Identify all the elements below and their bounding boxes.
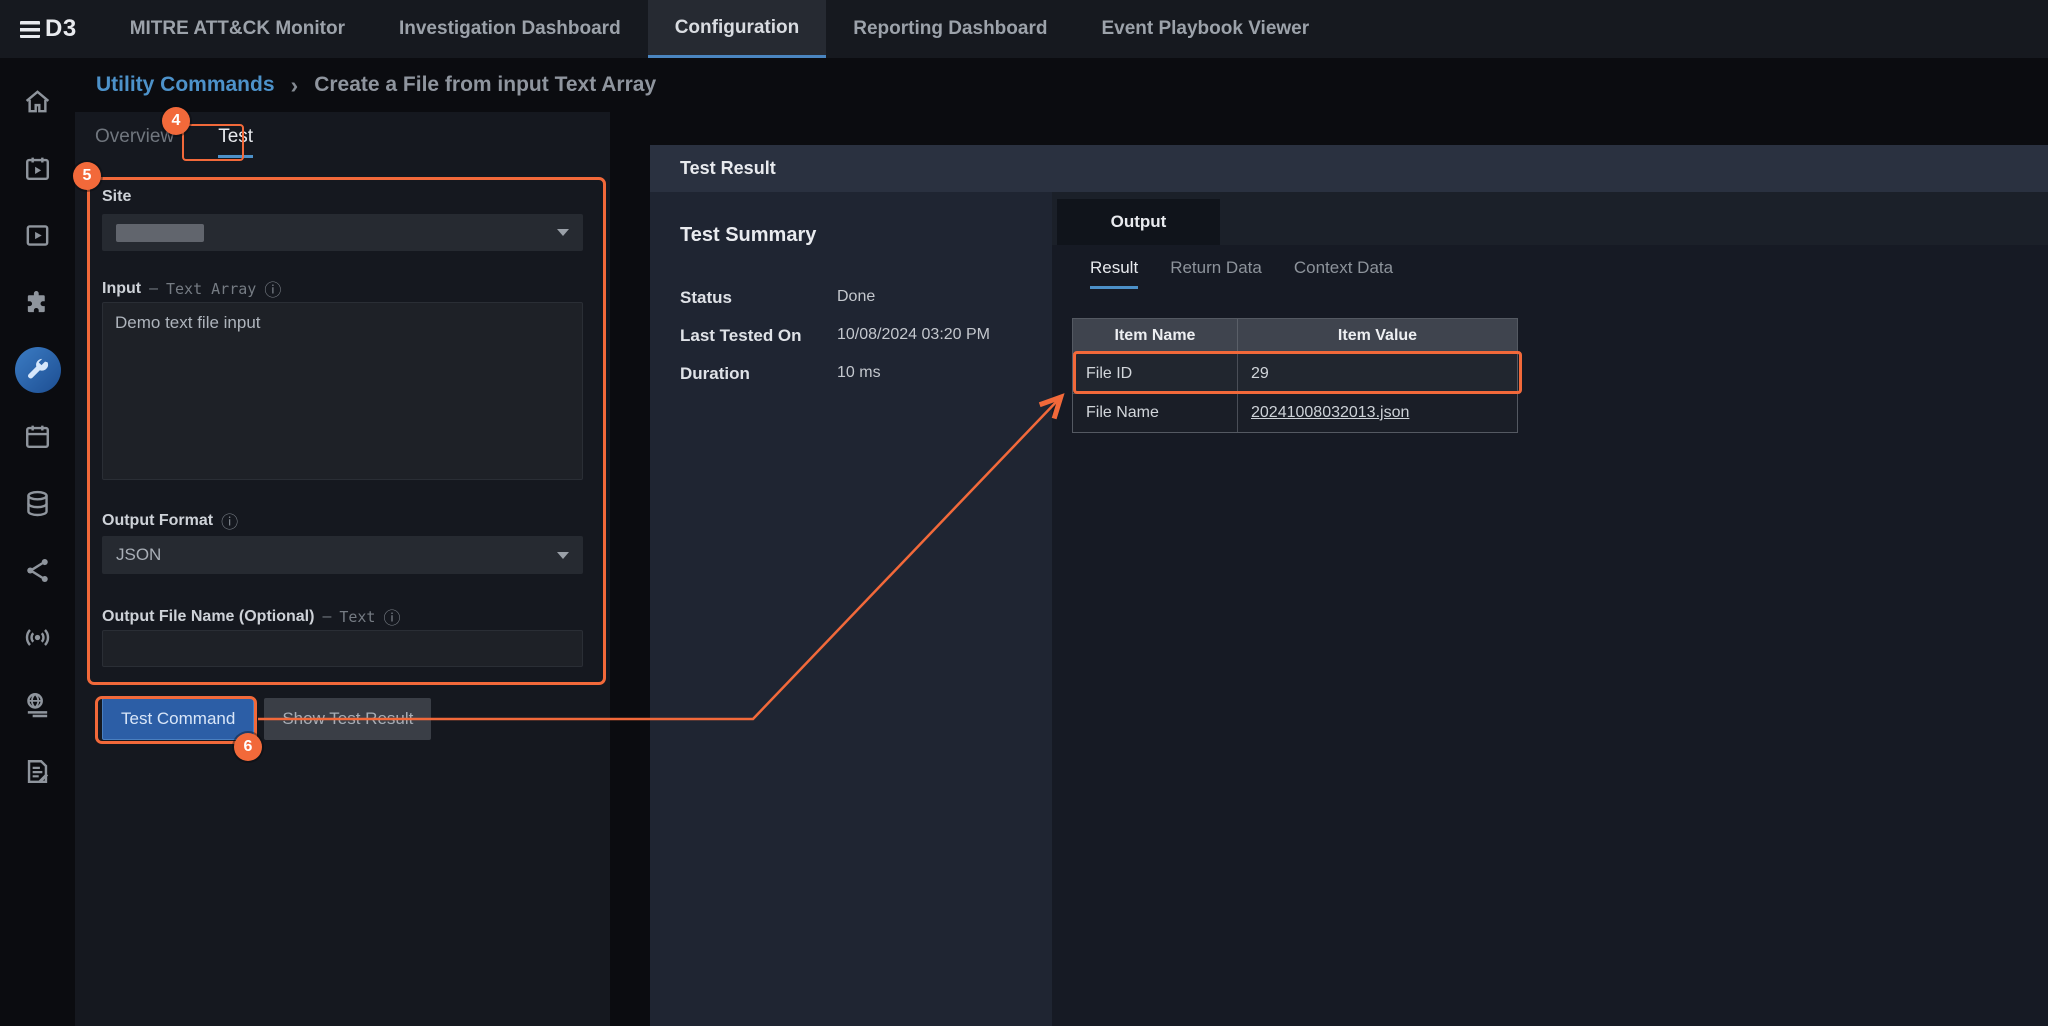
sidebar-item-calendar[interactable] bbox=[0, 403, 75, 470]
test-result-title: Test Result bbox=[680, 158, 776, 179]
table-header-row: Item Name Item Value bbox=[1073, 319, 1517, 354]
output-section: Output Result Return Data Context Data I… bbox=[1052, 192, 2048, 1026]
subtab-context-data[interactable]: Context Data bbox=[1294, 258, 1393, 289]
test-result-header: Test Result bbox=[650, 145, 2048, 192]
output-file-name-label: Output File Name (Optional) – Text ⓘ bbox=[102, 604, 400, 629]
tab-overview[interactable]: Overview bbox=[95, 126, 174, 158]
integrations-icon bbox=[23, 288, 52, 317]
sidebar-item-scheduled-playbook[interactable] bbox=[0, 135, 75, 202]
command-tabs: Overview Test bbox=[95, 126, 253, 158]
summary-row-duration: Duration 10 ms bbox=[680, 364, 1040, 384]
active-item-highlight bbox=[15, 347, 61, 393]
app-screen: D3 MITRE ATT&CK Monitor Investigation Da… bbox=[0, 0, 2048, 1026]
sidebar-item-database[interactable] bbox=[0, 470, 75, 537]
sidebar-item-broadcast[interactable] bbox=[0, 604, 75, 671]
test-summary-section: Test Summary Status Done Last Tested On … bbox=[650, 192, 1052, 1026]
sidebar-item-home[interactable] bbox=[0, 68, 75, 135]
summary-row-last-tested: Last Tested On 10/08/2024 03:20 PM bbox=[680, 326, 1040, 346]
status-label: Status bbox=[680, 288, 837, 308]
page-title: Create a File from input Text Array bbox=[314, 73, 656, 97]
site-dropdown[interactable] bbox=[102, 214, 583, 251]
duration-value: 10 ms bbox=[837, 364, 881, 384]
test-actions: Test Command Show Test Result bbox=[102, 698, 431, 740]
table-row-file-id: File ID 29 bbox=[1073, 354, 1517, 394]
video-file-icon bbox=[23, 221, 52, 250]
sidebar-item-document-audit[interactable] bbox=[0, 738, 75, 805]
document-audit-icon bbox=[23, 757, 52, 786]
d3-logo-text: D3 bbox=[45, 15, 77, 43]
sidebar-item-utility-commands[interactable] bbox=[0, 336, 75, 403]
chevron-down-icon bbox=[557, 229, 569, 236]
sidebar bbox=[0, 58, 75, 1026]
command-test-panel: Overview Test Site Input – Text Array ⓘ … bbox=[75, 112, 610, 1026]
test-command-button[interactable]: Test Command bbox=[102, 698, 254, 740]
tab-test[interactable]: Test bbox=[218, 126, 253, 158]
top-nav: D3 MITRE ATT&CK Monitor Investigation Da… bbox=[0, 0, 2048, 58]
share-icon bbox=[23, 556, 52, 585]
test-summary-title: Test Summary bbox=[680, 224, 816, 247]
info-icon[interactable]: ⓘ bbox=[264, 276, 281, 301]
calendar-icon bbox=[23, 422, 52, 451]
sidebar-item-integrations[interactable] bbox=[0, 269, 75, 336]
d3-logo[interactable]: D3 bbox=[0, 0, 103, 58]
broadcast-icon bbox=[23, 623, 52, 652]
sidebar-item-geo-report[interactable] bbox=[0, 671, 75, 738]
output-format-dropdown[interactable]: JSON bbox=[102, 536, 583, 574]
test-result-panel: Test Result Test Summary Status Done Las… bbox=[650, 145, 2048, 1026]
sidebar-item-connections[interactable] bbox=[0, 537, 75, 604]
site-value-redacted bbox=[116, 224, 204, 242]
subtab-result[interactable]: Result bbox=[1090, 258, 1138, 289]
output-subtabs: Result Return Data Context Data bbox=[1090, 258, 1393, 289]
table-row-file-name: File Name 20241008032013.json bbox=[1073, 394, 1517, 432]
file-id-value-cell: 29 bbox=[1238, 354, 1517, 394]
info-icon[interactable]: ⓘ bbox=[221, 508, 238, 533]
column-header-item-value: Item Value bbox=[1238, 319, 1517, 354]
info-icon[interactable]: ⓘ bbox=[383, 604, 400, 629]
input-label: Input – Text Array ⓘ bbox=[102, 276, 281, 301]
status-value: Done bbox=[837, 288, 875, 308]
database-icon bbox=[23, 489, 52, 518]
last-tested-label: Last Tested On bbox=[680, 326, 837, 346]
output-file-name-input[interactable] bbox=[102, 630, 583, 667]
sidebar-item-video-playbook[interactable] bbox=[0, 202, 75, 269]
tab-output[interactable]: Output bbox=[1057, 199, 1220, 245]
file-name-name-cell: File Name bbox=[1073, 394, 1238, 432]
nav-item-event-playbook-viewer[interactable]: Event Playbook Viewer bbox=[1074, 0, 1336, 58]
d3-logo-icon bbox=[20, 21, 40, 38]
nav-item-configuration[interactable]: Configuration bbox=[648, 0, 827, 58]
nav-item-mitre-attck-monitor[interactable]: MITRE ATT&CK Monitor bbox=[103, 0, 372, 58]
summary-row-status: Status Done bbox=[680, 288, 1040, 308]
last-tested-value: 10/08/2024 03:20 PM bbox=[837, 326, 990, 346]
output-format-value: JSON bbox=[116, 545, 161, 565]
duration-label: Duration bbox=[680, 364, 837, 384]
utility-commands-icon bbox=[23, 355, 52, 384]
output-tabstrip: Output bbox=[1052, 192, 2048, 245]
file-id-name-cell: File ID bbox=[1073, 354, 1238, 394]
input-textarea[interactable]: Demo text file input bbox=[102, 302, 583, 480]
geo-report-icon bbox=[23, 690, 52, 719]
breadcrumb-separator-icon: › bbox=[291, 72, 299, 99]
scheduled-playbook-icon bbox=[23, 154, 52, 183]
chevron-down-icon bbox=[557, 552, 569, 559]
show-test-result-button[interactable]: Show Test Result bbox=[264, 698, 431, 740]
result-table: Item Name Item Value File ID 29 File Nam… bbox=[1072, 318, 1518, 433]
file-name-link[interactable]: 20241008032013.json bbox=[1251, 404, 1409, 422]
home-icon bbox=[23, 87, 52, 116]
site-label: Site bbox=[102, 188, 131, 206]
nav-item-investigation-dashboard[interactable]: Investigation Dashboard bbox=[372, 0, 648, 58]
nav-item-reporting-dashboard[interactable]: Reporting Dashboard bbox=[826, 0, 1074, 58]
column-header-item-name: Item Name bbox=[1073, 319, 1238, 354]
breadcrumb-parent-link[interactable]: Utility Commands bbox=[96, 73, 275, 97]
output-format-label: Output Format ⓘ bbox=[102, 508, 238, 533]
subtab-return-data[interactable]: Return Data bbox=[1170, 258, 1262, 289]
breadcrumb: Utility Commands › Create a File from in… bbox=[0, 58, 2048, 112]
